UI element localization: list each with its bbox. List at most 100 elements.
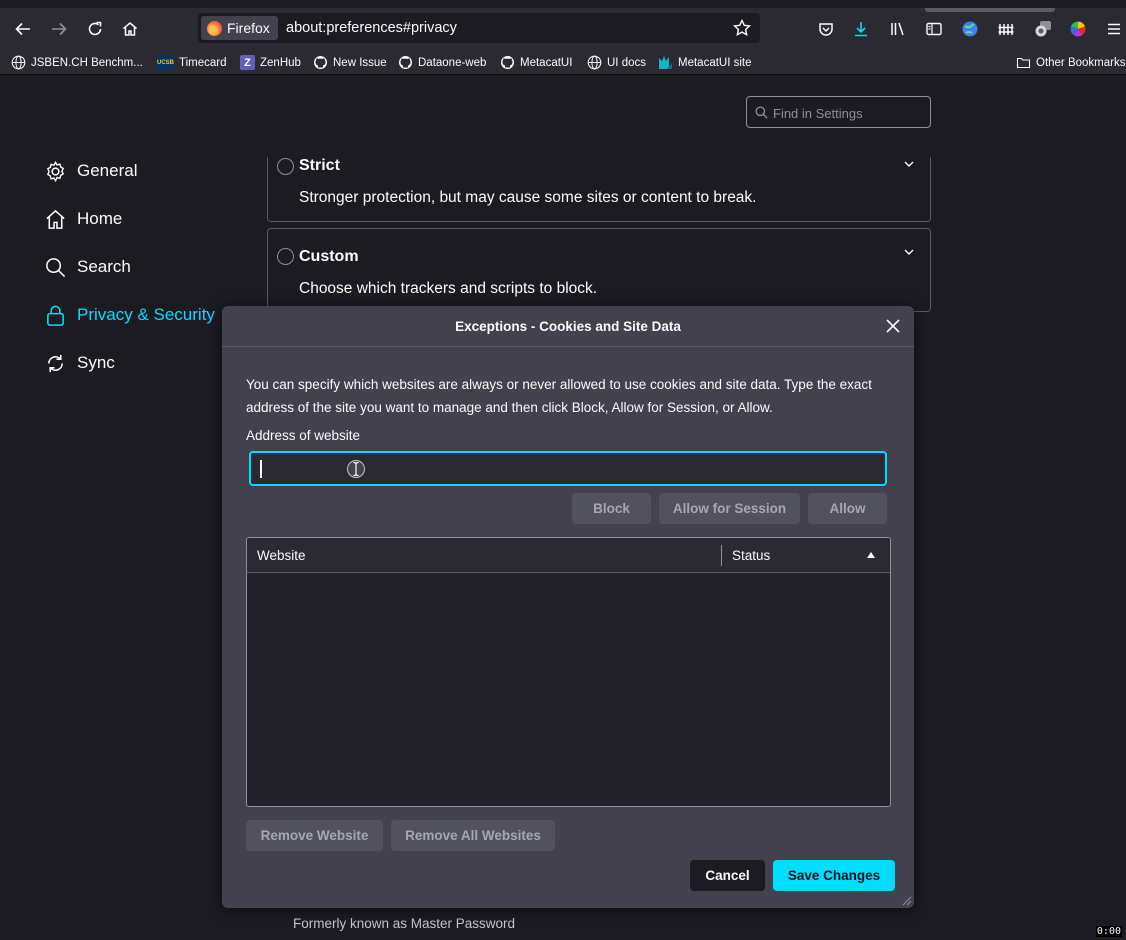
reload-button[interactable] [81, 18, 109, 40]
nav-home[interactable]: Home [44, 205, 122, 233]
find-in-settings[interactable] [746, 96, 931, 128]
nav-label: General [77, 161, 138, 180]
bookmark-metacatui-site[interactable]: MetacatUI site [658, 54, 752, 71]
protection-option-strict[interactable]: Strict Stronger protection, but may caus… [267, 157, 931, 222]
bookmark-metacatui[interactable]: MetacatUI [500, 54, 572, 71]
arrow-left-icon [15, 22, 30, 36]
block-button[interactable]: Block [572, 493, 651, 524]
bookmark-label: MetacatUI site [678, 56, 752, 69]
globe-icon [587, 55, 602, 70]
option-description: Choose which trackers and scripts to blo… [299, 280, 598, 297]
arrow-right-icon [52, 22, 67, 36]
github-icon [398, 55, 413, 70]
identity-box[interactable]: Firefox [201, 16, 278, 40]
protection-option-custom[interactable]: Custom Choose which trackers and scripts… [267, 228, 931, 312]
allow-button[interactable]: Allow [808, 493, 887, 524]
sort-ascending-icon [867, 552, 875, 558]
nav-label: Privacy & Security [77, 305, 215, 324]
library-button[interactable] [884, 18, 912, 40]
sidebar-button[interactable] [920, 18, 948, 40]
address-label: Address of website [246, 428, 361, 443]
chevron-down-icon[interactable] [902, 157, 916, 171]
find-in-settings-input[interactable] [773, 103, 923, 123]
menu-button[interactable] [1100, 18, 1126, 40]
bookmark-new-issue[interactable]: New Issue [313, 54, 387, 71]
hamburger-menu-icon [1108, 23, 1120, 35]
download-icon [855, 22, 867, 37]
forward-button[interactable] [45, 18, 73, 40]
github-icon [313, 55, 328, 70]
globe-icon [11, 55, 26, 70]
browser-toolbar: Firefox about:preferences#privacy [0, 0, 1126, 50]
extension-color-button[interactable] [1064, 18, 1092, 40]
bookmark-dataone-web[interactable]: Dataone-web [398, 54, 486, 71]
strict-radio[interactable] [277, 158, 294, 175]
home-icon [46, 209, 65, 229]
bookmark-star-icon[interactable] [732, 18, 752, 38]
downloads-button[interactable] [847, 18, 875, 40]
bookmark-ui-docs[interactable]: UI docs [587, 54, 646, 71]
address-field[interactable] [249, 451, 887, 486]
address-bar[interactable]: Firefox about:preferences#privacy [198, 13, 760, 43]
custom-radio[interactable] [277, 248, 294, 265]
home-button[interactable] [116, 18, 144, 40]
nav-label: Sync [77, 353, 115, 372]
nav-search[interactable]: Search [44, 253, 131, 281]
search-icon [755, 106, 768, 119]
chevron-down-icon[interactable] [902, 245, 916, 259]
remove-all-websites-button[interactable]: Remove All Websites [391, 820, 555, 851]
text-caret [260, 460, 262, 478]
bookmark-label: UI docs [607, 56, 646, 69]
column-header-website[interactable]: Website [257, 548, 306, 563]
search-icon [46, 257, 66, 277]
library-icon [891, 22, 904, 36]
pocket-icon [819, 23, 833, 36]
nav-label: Search [77, 257, 131, 276]
fence-icon [998, 24, 1014, 35]
bookmark-other-bookmarks[interactable]: Other Bookmarks [1016, 54, 1125, 71]
ucsb-icon: UCSB [157, 55, 174, 70]
github-icon [500, 55, 515, 70]
allow-for-session-button[interactable]: Allow for Session [659, 493, 800, 524]
remove-website-button[interactable]: Remove Website [246, 820, 383, 851]
nav-privacy-security[interactable]: Privacy & Security [44, 301, 215, 329]
reload-icon [88, 21, 102, 36]
back-button[interactable] [9, 18, 37, 40]
lock-icon [47, 305, 64, 326]
bookmark-timecard[interactable]: UCSB Timecard [157, 54, 227, 71]
identity-label: Firefox [227, 20, 270, 36]
save-changes-button[interactable]: Save Changes [773, 860, 895, 891]
zenhub-icon: Z [240, 55, 255, 70]
option-title: Custom [299, 248, 359, 265]
table-header: Website Status [247, 538, 890, 573]
column-divider[interactable] [721, 545, 722, 566]
bookmark-label: New Issue [333, 56, 387, 69]
bookmark-jsbench[interactable]: JSBEN.CH Benchm... [11, 54, 143, 71]
cancel-button[interactable]: Cancel [690, 860, 765, 891]
exceptions-table[interactable]: Website Status [246, 537, 891, 807]
sync-icon [48, 354, 63, 372]
pocket-button[interactable] [812, 18, 840, 40]
bookmark-zenhub[interactable]: Z ZenHub [240, 54, 301, 71]
bookmark-label: Timecard [179, 56, 227, 69]
folder-icon [1016, 55, 1031, 70]
dialog-intro: You can specify which websites are alway… [246, 377, 872, 415]
nav-sync[interactable]: Sync [44, 349, 115, 377]
bookmark-label: Other Bookmarks [1036, 56, 1126, 69]
url-text[interactable]: about:preferences#privacy [286, 20, 457, 36]
gear-icon [46, 160, 65, 182]
extension-badge-button[interactable] [1029, 18, 1057, 40]
dialog-title: Exceptions - Cookies and Site Data [455, 319, 681, 334]
nav-general[interactable]: General [44, 157, 137, 185]
column-header-status[interactable]: Status [732, 548, 770, 563]
sidebar-icon [926, 22, 942, 36]
option-title: Strict [299, 157, 340, 174]
resize-grip-icon[interactable] [900, 894, 912, 906]
tab-indicator[interactable] [925, 8, 1055, 12]
option-description: Stronger protection, but may cause some … [299, 189, 757, 206]
extension-fence-button[interactable] [992, 18, 1020, 40]
bookmark-label: Dataone-web [418, 56, 487, 69]
dialog-header: Exceptions - Cookies and Site Data [222, 306, 914, 347]
close-icon[interactable] [884, 317, 902, 335]
extension-globe-button[interactable] [956, 18, 984, 40]
